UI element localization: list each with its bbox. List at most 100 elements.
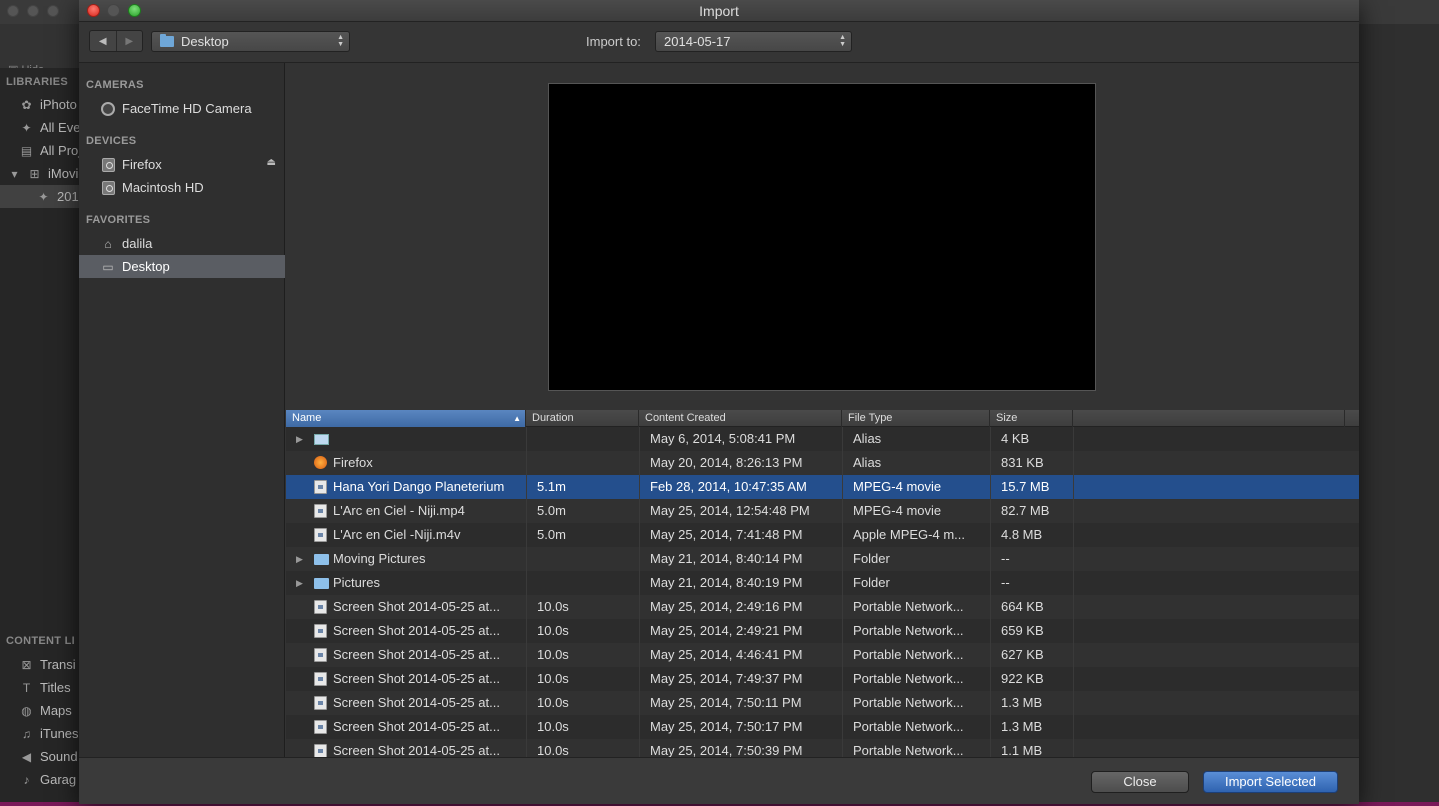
file-row[interactable]: L'Arc en Ciel - Niji.mp4 5.0m May 25, 2014… bbox=[286, 499, 1359, 523]
video-preview bbox=[548, 83, 1096, 391]
file-name: Screen Shot 2014-05-25 at... bbox=[333, 695, 500, 710]
file-row[interactable]: Screen Shot 2014-05-25 at... 10.0s May 25,… bbox=[286, 739, 1359, 757]
file-content-created: May 21, 2014, 8:40:14 PM bbox=[650, 551, 803, 566]
column-header-duration[interactable]: Duration bbox=[526, 410, 639, 427]
file-row[interactable]: Hana Yori Dango Planeterium 5.1m Feb 28, 2… bbox=[286, 475, 1359, 499]
sidebar-item-macintosh-hd[interactable]: Macintosh HD bbox=[79, 176, 285, 199]
background-zoom-icon bbox=[47, 5, 59, 17]
content-item-titles[interactable]: T Titles bbox=[20, 680, 71, 695]
titles-icon: T bbox=[22, 680, 31, 695]
file-duration: 10.0s bbox=[537, 599, 569, 614]
file-row[interactable]: ▶ Moving Pictures May 21, 2014, 8:40:14 PM… bbox=[286, 547, 1359, 571]
dialog-button-bar: Close Import Selected bbox=[79, 757, 1359, 804]
file-content-created: May 21, 2014, 8:40:19 PM bbox=[650, 575, 803, 590]
music-note-icon: ♫ bbox=[22, 726, 31, 741]
file-name: Firefox bbox=[333, 455, 373, 470]
file-content-created: May 25, 2014, 7:50:11 PM bbox=[650, 695, 802, 710]
file-content-created: Feb 28, 2014, 10:47:35 AM bbox=[650, 479, 807, 494]
file-size: 82.7 MB bbox=[1001, 503, 1050, 518]
file-row[interactable]: Screen Shot 2014-05-25 at... 10.0s May 25,… bbox=[286, 595, 1359, 619]
file-type: MPEG-4 movie bbox=[853, 479, 942, 494]
file-list: Name ▲ Duration Content Created File Type… bbox=[286, 410, 1359, 757]
forward-button[interactable]: ▶ bbox=[115, 31, 143, 51]
content-item-garageband[interactable]: ♪ Garag bbox=[20, 772, 77, 787]
file-size: 4.8 MB bbox=[1001, 527, 1043, 542]
disclosure-triangle-icon[interactable]: ▶ bbox=[296, 571, 303, 595]
star-icon: ✦ bbox=[38, 189, 49, 204]
file-name: L'Arc en Ciel -Niji.m4v bbox=[333, 527, 461, 542]
sidebar-item-facetime-camera[interactable]: FaceTime HD Camera bbox=[79, 97, 285, 120]
file-type: Portable Network... bbox=[853, 743, 964, 757]
import-to-popup[interactable]: 2014-05-17 ▲ ▼ bbox=[655, 31, 852, 52]
content-item-maps[interactable]: ◍ Maps bbox=[20, 703, 72, 718]
folder-icon bbox=[160, 34, 174, 47]
file-size: 659 KB bbox=[1001, 623, 1044, 638]
content-item-transitions[interactable]: ⊠ Transi bbox=[20, 657, 75, 672]
dialog-titlebar: Import bbox=[79, 0, 1359, 22]
back-button[interactable]: ◀ bbox=[90, 31, 116, 51]
file-size: 831 KB bbox=[1001, 455, 1044, 470]
library-item-iphoto[interactable]: ✿ iPhoto bbox=[20, 97, 76, 112]
file-duration bbox=[537, 547, 637, 571]
file-row[interactable]: Screen Shot 2014-05-25 at... 10.0s May 25,… bbox=[286, 619, 1359, 643]
back-arrow-icon: ◀ bbox=[98, 35, 107, 47]
file-size: -- bbox=[1001, 575, 1010, 590]
file-name: Hana Yori Dango Planeterium bbox=[333, 479, 505, 494]
background-toolbar: ▣ Hide bbox=[0, 24, 80, 76]
file-row[interactable]: ▶ Pictures May 21, 2014, 8:40:19 PM Folder -… bbox=[286, 571, 1359, 595]
firefox-icon bbox=[314, 456, 327, 469]
column-header-name[interactable]: Name ▲ bbox=[286, 410, 526, 427]
content-item-itunes[interactable]: ♫ iTunes bbox=[20, 726, 79, 741]
file-type: Apple MPEG-4 m... bbox=[853, 527, 965, 542]
close-button[interactable]: Close bbox=[1091, 771, 1189, 793]
file-type: Portable Network... bbox=[853, 695, 964, 710]
file-size: -- bbox=[1001, 551, 1010, 566]
file-duration: 10.0s bbox=[537, 623, 569, 638]
file-row[interactable]: Screen Shot 2014-05-25 at... 10.0s May 25,… bbox=[286, 643, 1359, 667]
import-to-label: Import to: bbox=[586, 34, 641, 49]
column-header-row: Name ▲ Duration Content Created File Type… bbox=[286, 410, 1359, 427]
back-forward-buttons: ◀ ▶ bbox=[89, 30, 143, 52]
disclosure-triangle-icon[interactable]: ▶ bbox=[296, 547, 303, 571]
guitar-icon: ♪ bbox=[23, 772, 30, 787]
library-item-imovie[interactable]: ▾ ⊞ iMovie bbox=[8, 166, 85, 181]
file-type: Alias bbox=[853, 431, 882, 446]
file-row[interactable]: Screen Shot 2014-05-25 at... 10.0s May 25,… bbox=[286, 715, 1359, 739]
content-item-sound-effects[interactable]: ◀ Sound bbox=[20, 749, 78, 764]
file-duration bbox=[537, 571, 637, 595]
file-duration bbox=[537, 451, 637, 475]
file-row[interactable]: ▶ May 6, 2014, 5:08:41 PM Alias 4 KB bbox=[286, 427, 1359, 451]
file-size: 922 KB bbox=[1001, 671, 1044, 686]
eject-icon[interactable]: ⏏ bbox=[267, 157, 276, 168]
import-selected-button[interactable]: Import Selected bbox=[1203, 771, 1338, 793]
libraries-heading: LIBRARIES bbox=[6, 76, 68, 88]
desktop-icon: ▭ bbox=[102, 259, 114, 274]
file-row[interactable]: L'Arc en Ciel -Niji.m4v 5.0m May 25, 2014,… bbox=[286, 523, 1359, 547]
image-file-icon bbox=[314, 744, 327, 757]
file-row[interactable]: Screen Shot 2014-05-25 at... 10.0s May 25,… bbox=[286, 691, 1359, 715]
column-header-empty bbox=[1073, 410, 1345, 427]
sidebar-item-desktop[interactable]: ▭ Desktop bbox=[79, 255, 285, 278]
column-header-size[interactable]: Size bbox=[990, 410, 1073, 427]
file-row[interactable]: Screen Shot 2014-05-25 at... 10.0s May 25,… bbox=[286, 667, 1359, 691]
location-popup[interactable]: Desktop ▲ ▼ bbox=[151, 31, 350, 52]
file-row[interactable]: Firefox May 20, 2014, 8:26:13 PM Alias 831 … bbox=[286, 451, 1359, 475]
file-name: Screen Shot 2014-05-25 at... bbox=[333, 647, 500, 662]
background-close-icon bbox=[7, 5, 19, 17]
sidebar-item-dalila[interactable]: ⌂ dalila bbox=[79, 232, 285, 255]
file-content-created: May 20, 2014, 8:26:13 PM bbox=[650, 455, 803, 470]
sidebar-item-firefox[interactable]: Firefox ⏏ bbox=[79, 153, 285, 176]
background-right-panel bbox=[1358, 24, 1439, 806]
column-divider bbox=[526, 427, 527, 757]
file-size: 1.3 MB bbox=[1001, 719, 1043, 734]
disclosure-triangle-icon[interactable]: ▶ bbox=[296, 427, 303, 451]
preview-area bbox=[286, 63, 1359, 410]
file-type: MPEG-4 movie bbox=[853, 503, 942, 518]
file-duration bbox=[537, 427, 637, 451]
column-header-content-created[interactable]: Content Created bbox=[639, 410, 842, 427]
column-divider bbox=[842, 427, 843, 757]
column-header-file-type[interactable]: File Type bbox=[842, 410, 990, 427]
file-duration: 10.0s bbox=[537, 671, 569, 686]
transition-icon: ⊠ bbox=[21, 657, 32, 672]
movie-file-icon bbox=[314, 504, 327, 518]
